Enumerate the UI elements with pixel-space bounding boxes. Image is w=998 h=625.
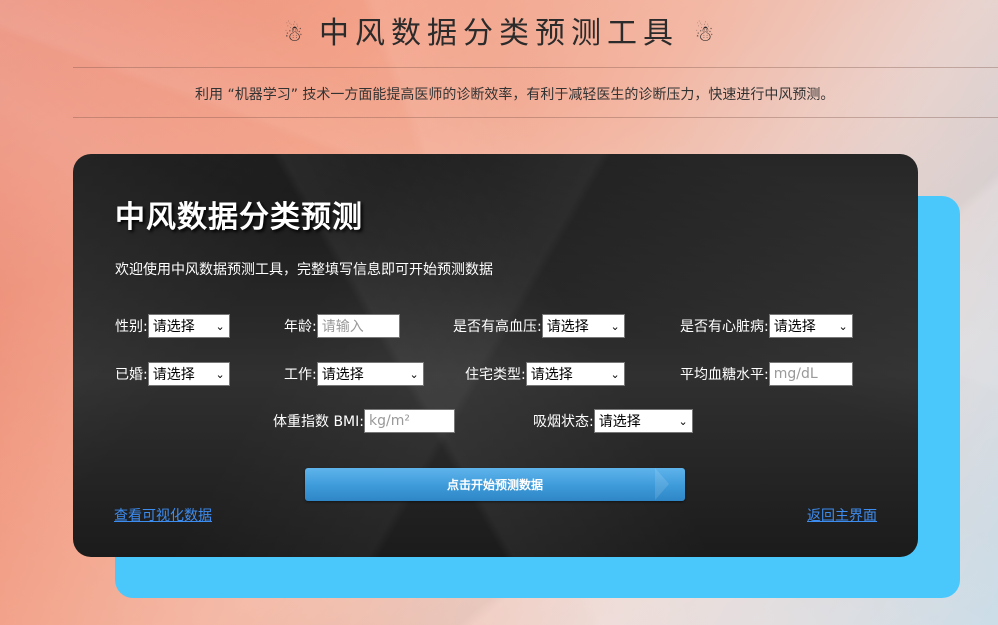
work-select-value: 请选择 xyxy=(321,367,364,383)
snowman-icon: ☃ xyxy=(283,22,304,47)
age-input[interactable]: 请输入 xyxy=(316,314,400,338)
gender-select[interactable]: 请选择 ⌄ xyxy=(147,314,230,338)
gender-field: 性别: 请选择 ⌄ xyxy=(115,314,230,338)
hypertension-field: 是否有高血压: 请选择 ⌄ xyxy=(453,314,625,338)
page-title: ☃ 中风数据分类预测工具 ☃ xyxy=(0,12,998,57)
header-divider-bottom xyxy=(73,117,998,118)
hypertension-label: 是否有高血压: xyxy=(453,319,542,335)
page-subtitle: 利用 “机器学习” 技术一方面能提高医师的诊断效率，有利于减轻医生的诊断压力，快… xyxy=(195,87,835,103)
hypertension-select-value: 请选择 xyxy=(546,319,589,335)
bmi-field: 体重指数 BMI: kg/m² xyxy=(273,409,455,433)
chevron-down-icon: ⌄ xyxy=(610,319,620,333)
residence-select[interactable]: 请选择 ⌄ xyxy=(525,362,625,386)
age-label: 年龄: xyxy=(284,319,317,335)
gender-select-value: 请选择 xyxy=(152,319,195,335)
residence-select-value: 请选择 xyxy=(530,367,573,383)
glucose-input[interactable]: mg/dL xyxy=(768,362,853,386)
header-divider-top xyxy=(73,67,998,68)
heart-disease-field: 是否有心脏病: 请选择 ⌄ xyxy=(680,314,853,338)
page-title-text: 中风数据分类预测工具 xyxy=(319,16,679,51)
bmi-input[interactable]: kg/m² xyxy=(363,409,455,433)
heart-disease-select-value: 请选择 xyxy=(773,319,816,335)
married-label: 已婚: xyxy=(115,367,148,383)
back-to-main-link[interactable]: 返回主界面 xyxy=(807,505,877,525)
prediction-panel: 中风数据分类预测 欢迎使用中风数据预测工具，完整填写信息即可开始预测数据 性别:… xyxy=(73,154,918,557)
smoking-select-value: 请选择 xyxy=(598,414,641,430)
glucose-input-placeholder: mg/dL xyxy=(773,366,818,382)
work-field: 工作: 请选择 ⌄ xyxy=(284,362,424,386)
glucose-label: 平均血糖水平: xyxy=(680,367,769,383)
married-select[interactable]: 请选择 ⌄ xyxy=(147,362,230,386)
start-prediction-button[interactable]: 点击开始预测数据 xyxy=(305,468,685,501)
smoking-label: 吸烟状态: xyxy=(533,414,594,430)
bmi-label: 体重指数 BMI: xyxy=(273,414,364,430)
bmi-input-placeholder: kg/m² xyxy=(368,413,410,429)
heart-disease-label: 是否有心脏病: xyxy=(680,319,769,335)
snowman-icon: ☃ xyxy=(694,22,715,47)
chevron-down-icon: ⌄ xyxy=(610,367,620,381)
married-select-value: 请选择 xyxy=(152,367,195,383)
panel-welcome-text: 欢迎使用中风数据预测工具，完整填写信息即可开始预测数据 xyxy=(115,262,493,278)
glucose-field: 平均血糖水平: mg/dL xyxy=(680,362,853,386)
chevron-down-icon: ⌄ xyxy=(838,319,848,333)
chevron-down-icon: ⌄ xyxy=(678,414,688,428)
residence-label: 住宅类型: xyxy=(465,367,526,383)
heart-disease-select[interactable]: 请选择 ⌄ xyxy=(768,314,853,338)
work-select[interactable]: 请选择 ⌄ xyxy=(316,362,424,386)
age-input-placeholder: 请输入 xyxy=(321,319,364,335)
start-prediction-label: 点击开始预测数据 xyxy=(446,478,543,492)
age-field: 年龄: 请输入 xyxy=(284,314,400,338)
chevron-down-icon: ⌄ xyxy=(215,367,225,381)
gender-label: 性别: xyxy=(115,319,148,335)
chevron-down-icon: ⌄ xyxy=(215,319,225,333)
work-label: 工作: xyxy=(284,367,317,383)
smoking-select[interactable]: 请选择 ⌄ xyxy=(593,409,693,433)
arrow-right-icon xyxy=(655,468,669,500)
married-field: 已婚: 请选择 ⌄ xyxy=(115,362,230,386)
panel-title: 中风数据分类预测 xyxy=(115,200,363,235)
residence-field: 住宅类型: 请选择 ⌄ xyxy=(465,362,625,386)
smoking-field: 吸烟状态: 请选择 ⌄ xyxy=(533,409,693,433)
view-visualization-link[interactable]: 查看可视化数据 xyxy=(114,505,212,525)
hypertension-select[interactable]: 请选择 ⌄ xyxy=(541,314,625,338)
chevron-down-icon: ⌄ xyxy=(409,367,419,381)
